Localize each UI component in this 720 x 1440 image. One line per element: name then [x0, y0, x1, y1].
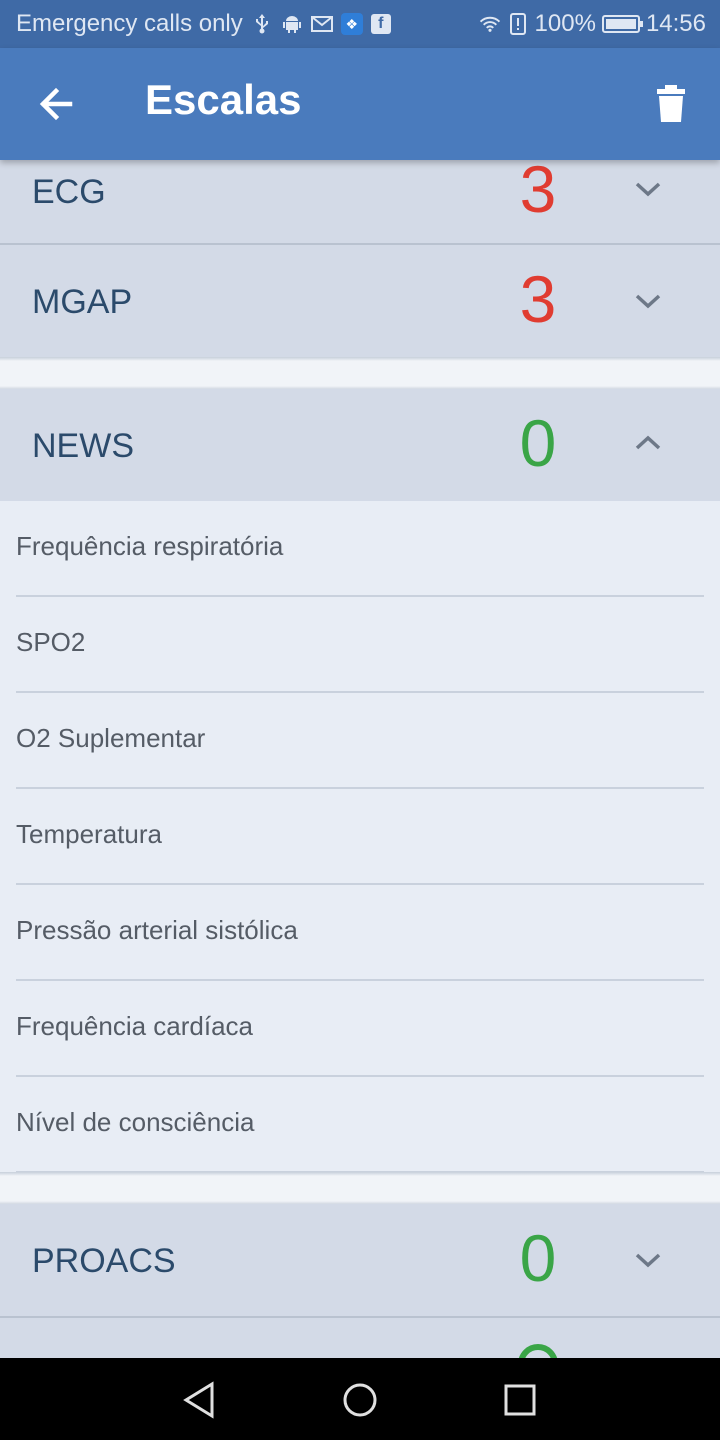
usb-icon	[251, 13, 273, 35]
item-label: Temperatura	[16, 819, 162, 849]
app-icon: ❖	[340, 13, 363, 35]
android-icon	[281, 13, 303, 35]
scale-header-mgap[interactable]: MGAP 3	[0, 245, 720, 357]
navigation-bar	[0, 1358, 720, 1440]
item-label: SPO2	[16, 627, 86, 657]
chevron-down-icon	[635, 294, 661, 309]
gmail-icon	[310, 13, 333, 35]
status-bar: Emergency calls only ❖ f 100% 14:56	[0, 0, 720, 48]
back-triangle-icon[interactable]	[180, 1380, 220, 1420]
scale-name: PROACS	[32, 1242, 176, 1280]
list-item[interactable]: Temperatura	[16, 789, 704, 885]
scale-name: ECG	[32, 173, 106, 211]
facebook-icon: f	[370, 14, 391, 34]
home-circle-icon[interactable]	[340, 1380, 380, 1420]
item-label: Frequência cardíaca	[16, 1011, 254, 1041]
item-label: Nível de consciência	[16, 1107, 255, 1137]
list-item[interactable]: O2 Suplementar	[16, 693, 704, 789]
scales-list[interactable]: ECG 3 MGAP 3 NEWS 0 Frequência respirató…	[0, 160, 720, 1358]
battery-percent: 100%	[534, 10, 596, 37]
scale-score: 3	[519, 262, 557, 336]
recents-square-icon[interactable]	[500, 1380, 540, 1420]
scale-score: 0	[519, 1221, 557, 1295]
list-item[interactable]: Nível de consciência	[16, 1077, 704, 1173]
scale-header-proacs[interactable]: PROACS 0	[0, 1204, 720, 1316]
alert-icon	[507, 13, 529, 35]
scale-header-next[interactable]	[0, 1318, 720, 1358]
news-items-panel: Frequência respiratória SPO2 O2 Suplemen…	[0, 501, 720, 1173]
list-item[interactable]: Frequência respiratória	[16, 501, 704, 597]
scale-header-ecg[interactable]: ECG 3	[0, 160, 720, 243]
battery-icon	[601, 15, 643, 33]
item-label: O2 Suplementar	[16, 723, 206, 753]
list-item[interactable]: Pressão arterial sistólica	[16, 885, 704, 981]
clock: 14:56	[645, 10, 706, 37]
chevron-up-icon	[635, 435, 661, 450]
app-bar: Escalas	[0, 48, 720, 160]
item-label: Frequência respiratória	[16, 531, 284, 561]
scale-name: NEWS	[32, 427, 134, 465]
chevron-down-icon	[635, 182, 661, 197]
list-item[interactable]: SPO2	[16, 597, 704, 693]
arrow-left-icon[interactable]	[36, 80, 76, 128]
list-item[interactable]: Frequência cardíaca	[16, 981, 704, 1077]
carrier-text: Emergency calls only	[16, 10, 243, 37]
wifi-icon	[479, 13, 501, 35]
item-label: Pressão arterial sistólica	[16, 915, 298, 945]
trash-icon[interactable]	[654, 84, 688, 124]
page-title: Escalas	[145, 76, 302, 123]
scale-name: MGAP	[32, 283, 133, 321]
partial-score	[518, 1344, 558, 1358]
scale-score: 0	[519, 406, 557, 480]
chevron-down-icon	[635, 1253, 661, 1268]
scale-score: 3	[519, 160, 557, 226]
scale-header-news[interactable]: NEWS 0	[0, 389, 720, 501]
